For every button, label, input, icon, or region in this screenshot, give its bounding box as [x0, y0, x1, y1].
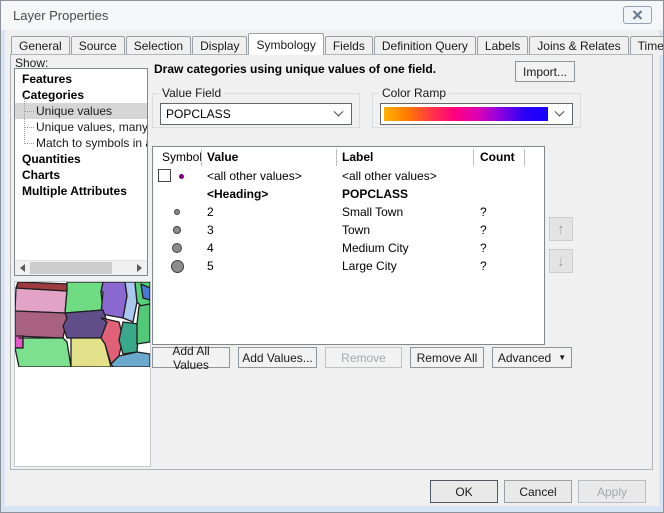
tab-general[interactable]: General — [11, 36, 70, 55]
tree-item-unique-values-many[interactable]: Unique values, many — [15, 119, 147, 135]
cell-value: 2 — [207, 205, 214, 219]
color-ramp-gradient — [384, 107, 548, 121]
tab-joins-relates[interactable]: Joins & Relates — [529, 36, 628, 55]
dropdown-arrow-icon: ▼ — [558, 353, 566, 362]
remove-all-button[interactable]: Remove All — [410, 347, 484, 368]
tree-horizontal-scrollbar[interactable] — [15, 260, 147, 275]
value-field-group: Value Field POPCLASS — [152, 86, 360, 128]
table-row-all-other-values[interactable]: <all other values> <all other values> — [153, 167, 544, 185]
apply-button: Apply — [578, 480, 646, 503]
tab-definition-query[interactable]: Definition Query — [374, 36, 476, 55]
cell-label: POPCLASS — [342, 187, 408, 201]
values-table: Symbol Value Label Count <all other valu… — [152, 146, 545, 345]
tree-item-categories[interactable]: Categories — [15, 87, 147, 103]
symbology-tab-page: Show: Features Categories Unique values … — [10, 54, 653, 470]
color-ramp-group: Color Ramp — [372, 86, 581, 128]
layer-properties-dialog: Layer Properties General Source Selectio… — [0, 0, 664, 513]
table-row-value-3[interactable]: 3 Town ? — [153, 221, 544, 239]
method-description: Draw categories using unique values of o… — [154, 62, 436, 76]
graduated-symbol-icon[interactable] — [172, 243, 182, 253]
ok-button[interactable]: OK — [430, 480, 498, 503]
column-header-count[interactable]: Count — [480, 150, 515, 164]
tree-item-charts[interactable]: Charts — [15, 167, 147, 183]
table-row-value-5[interactable]: 5 Large City ? — [153, 257, 544, 275]
move-up-button: ↑ — [549, 217, 573, 241]
cell-value: 5 — [207, 259, 214, 273]
cell-label: <all other values> — [342, 169, 437, 183]
value-field-value: POPCLASS — [161, 107, 335, 121]
tab-symbology[interactable]: Symbology — [248, 33, 323, 55]
cell-value: <all other values> — [207, 169, 302, 183]
cell-value: <Heading> — [207, 187, 268, 201]
tree-item-features[interactable]: Features — [15, 71, 147, 87]
tree-item-multiple-attributes[interactable]: Multiple Attributes — [15, 183, 147, 199]
column-header-label[interactable]: Label — [342, 150, 373, 164]
cell-count: ? — [480, 205, 487, 219]
scroll-right-arrow-icon[interactable] — [132, 261, 147, 275]
table-header: Symbol Value Label Count — [153, 147, 544, 167]
advanced-label: Advanced — [498, 351, 551, 365]
move-down-button: ↓ — [549, 249, 573, 273]
tab-fields[interactable]: Fields — [325, 36, 373, 55]
all-other-values-checkbox[interactable] — [158, 169, 171, 182]
cell-count: ? — [480, 223, 487, 237]
tree-item-quantities[interactable]: Quantities — [15, 151, 147, 167]
window-title: Layer Properties — [13, 8, 108, 23]
all-other-values-symbol-icon[interactable] — [179, 174, 184, 179]
color-ramp-label: Color Ramp — [379, 86, 449, 100]
arrow-down-icon: ↓ — [557, 253, 565, 270]
cell-label: Town — [342, 223, 370, 237]
scroll-left-arrow-icon[interactable] — [15, 261, 30, 275]
column-header-symbol[interactable]: Symbol — [162, 150, 202, 164]
close-icon — [632, 10, 643, 20]
value-field-label: Value Field — [159, 86, 224, 100]
show-tree: Features Categories Unique values Unique… — [14, 68, 148, 276]
cell-label: Small Town — [342, 205, 403, 219]
cell-value: 3 — [207, 223, 214, 237]
tab-source[interactable]: Source — [71, 36, 125, 55]
map-preview — [14, 281, 151, 467]
tab-labels[interactable]: Labels — [477, 36, 528, 55]
table-row-value-4[interactable]: 4 Medium City ? — [153, 239, 544, 257]
cell-label: Large City — [342, 259, 397, 273]
graduated-symbol-icon[interactable] — [171, 260, 184, 273]
cell-count: ? — [480, 241, 487, 255]
tree-item-match-symbols[interactable]: Match to symbols in a — [15, 135, 147, 151]
cell-label: Medium City — [342, 241, 409, 255]
cancel-button[interactable]: Cancel — [504, 480, 572, 503]
tab-display[interactable]: Display — [192, 36, 247, 55]
tab-time[interactable]: Time — [630, 36, 664, 55]
value-field-combobox[interactable]: POPCLASS — [160, 103, 352, 125]
graduated-symbol-icon[interactable] — [174, 209, 180, 215]
close-button[interactable] — [623, 6, 652, 24]
column-header-value[interactable]: Value — [207, 150, 238, 164]
color-ramp-combobox[interactable] — [380, 103, 573, 125]
scrollbar-thumb[interactable] — [30, 262, 112, 274]
advanced-button[interactable]: Advanced ▼ — [492, 347, 572, 368]
graduated-symbol-icon[interactable] — [173, 226, 181, 234]
add-values-button[interactable]: Add Values... — [238, 347, 317, 368]
dialog-body: General Source Selection Display Symbolo… — [5, 30, 659, 506]
table-row-value-2[interactable]: 2 Small Town ? — [153, 203, 544, 221]
remove-button: Remove — [325, 347, 402, 368]
import-button[interactable]: Import... — [515, 61, 575, 82]
chevron-down-icon — [555, 106, 565, 116]
title-bar[interactable]: Layer Properties — [1, 1, 663, 30]
tab-strip: General Source Selection Display Symbolo… — [11, 33, 664, 55]
cell-value: 4 — [207, 241, 214, 255]
add-all-values-button[interactable]: Add All Values — [152, 347, 230, 368]
tree-item-unique-values[interactable]: Unique values — [15, 103, 147, 119]
chevron-down-icon — [334, 106, 344, 116]
tab-selection[interactable]: Selection — [126, 36, 191, 55]
arrow-up-icon: ↑ — [557, 221, 565, 238]
table-row-heading[interactable]: <Heading> POPCLASS — [153, 185, 544, 203]
map-preview-image — [15, 282, 150, 367]
cell-count: ? — [480, 259, 487, 273]
